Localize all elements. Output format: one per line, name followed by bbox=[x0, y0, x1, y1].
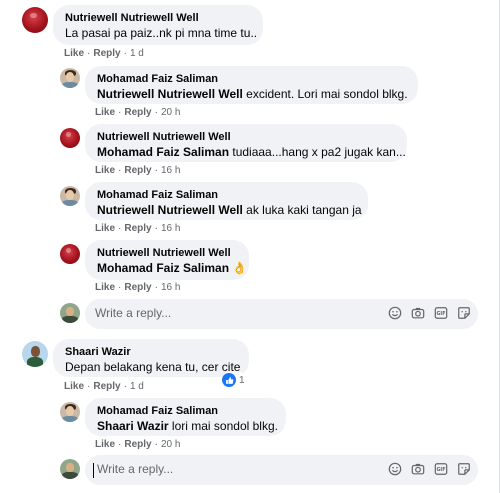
timestamp[interactable]: 1 d bbox=[130, 48, 144, 59]
ok-hand-emoji: 👌 bbox=[232, 261, 248, 275]
reply-link[interactable]: Reply bbox=[124, 165, 151, 176]
reply-link[interactable]: Reply bbox=[93, 381, 120, 392]
mention[interactable]: Shaari Wazir bbox=[97, 419, 169, 433]
camera-icon[interactable] bbox=[410, 305, 426, 321]
comment-text: Depan belakang kena tu, cer cite bbox=[65, 360, 241, 374]
timestamp[interactable]: 16 h bbox=[161, 223, 180, 234]
timestamp[interactable]: 1 d bbox=[130, 381, 144, 392]
like-link[interactable]: Like bbox=[64, 381, 84, 392]
timestamp[interactable]: 20 h bbox=[161, 107, 180, 118]
reply-link[interactable]: Reply bbox=[93, 48, 120, 59]
reply-link[interactable]: Reply bbox=[124, 107, 151, 118]
comment-actions: Like · Reply · 1 d bbox=[64, 381, 144, 392]
avatar[interactable] bbox=[22, 341, 48, 367]
reply-input[interactable]: Write a reply... GIF bbox=[85, 299, 478, 329]
sticker-icon[interactable] bbox=[456, 305, 472, 321]
avatar[interactable] bbox=[60, 128, 80, 148]
comment-bubble: Nutriewell Nutriewell Well Mohamad Faiz … bbox=[85, 240, 249, 280]
timestamp[interactable]: 20 h bbox=[161, 439, 180, 450]
comment-bubble: Mohamad Faiz Saliman Shaari Wazir lori m… bbox=[85, 398, 286, 436]
like-link[interactable]: Like bbox=[95, 282, 115, 293]
comment-actions: Like · Reply · 1 d bbox=[64, 48, 144, 59]
comment-bubble: Mohamad Faiz Saliman Nutriewell Nutriewe… bbox=[85, 66, 418, 104]
sticker-icon[interactable] bbox=[456, 461, 472, 477]
comment-actions: Like · Reply · 16 h bbox=[95, 223, 181, 234]
avatar[interactable] bbox=[22, 7, 48, 33]
comment-text: Nutriewell Nutriewell Well excident. Lor… bbox=[97, 87, 408, 101]
svg-text:GIF: GIF bbox=[437, 467, 446, 473]
comment-text: Mohamad Faiz Saliman 👌 bbox=[97, 260, 247, 276]
comment-text: La pasai pa paiz..nk pi mna time tu.. bbox=[65, 26, 258, 40]
comment-author[interactable]: Nutriewell Nutriewell Well bbox=[65, 11, 251, 25]
comment-actions: Like · Reply · 16 h bbox=[95, 282, 181, 293]
emoji-icon[interactable] bbox=[387, 461, 403, 477]
comment-author[interactable]: Mohamad Faiz Saliman bbox=[97, 188, 356, 202]
reply-input[interactable]: Write a reply... GIF bbox=[85, 455, 478, 485]
mention[interactable]: Nutriewell Nutriewell Well bbox=[97, 203, 243, 217]
emoji-icon[interactable] bbox=[387, 305, 403, 321]
comment-author[interactable]: Mohamad Faiz Saliman bbox=[97, 72, 406, 86]
reply-link[interactable]: Reply bbox=[124, 439, 151, 450]
like-link[interactable]: Like bbox=[95, 107, 115, 118]
comment-author[interactable]: Nutriewell Nutriewell Well bbox=[97, 130, 395, 144]
like-link[interactable]: Like bbox=[95, 439, 115, 450]
comment-bubble: Nutriewell Nutriewell Well La pasai pa p… bbox=[53, 5, 263, 45]
like-link[interactable]: Like bbox=[95, 223, 115, 234]
comment-actions: Like · Reply · 20 h bbox=[95, 439, 181, 450]
comments-panel: Nutriewell Nutriewell Well La pasai pa p… bbox=[0, 0, 500, 493]
text-caret bbox=[93, 463, 94, 478]
my-avatar bbox=[60, 303, 80, 323]
like-link[interactable]: Like bbox=[64, 48, 84, 59]
gif-icon[interactable]: GIF bbox=[433, 461, 449, 477]
reply-placeholder: Write a reply... bbox=[97, 462, 174, 476]
like-reaction-icon bbox=[222, 373, 236, 387]
my-avatar bbox=[60, 459, 80, 479]
comment-text: Nutriewell Nutriewell Well ak luka kaki … bbox=[97, 203, 362, 217]
comment-actions: Like · Reply · 16 h bbox=[95, 165, 181, 176]
avatar[interactable] bbox=[60, 68, 80, 88]
avatar[interactable] bbox=[60, 402, 80, 422]
comment-bubble: Mohamad Faiz Saliman Nutriewell Nutriewe… bbox=[85, 182, 368, 220]
reply-placeholder: Write a reply... bbox=[95, 306, 172, 320]
reply-link[interactable]: Reply bbox=[124, 282, 151, 293]
mention[interactable]: Nutriewell Nutriewell Well bbox=[97, 87, 243, 101]
comment-text: Mohamad Faiz Saliman tudiaaa...hang x pa… bbox=[97, 145, 406, 159]
gif-icon[interactable]: GIF bbox=[433, 305, 449, 321]
comment-author[interactable]: Nutriewell Nutriewell Well bbox=[97, 246, 237, 260]
like-link[interactable]: Like bbox=[95, 165, 115, 176]
reaction-count: 1 bbox=[239, 374, 245, 386]
comment-bubble: Nutriewell Nutriewell Well Mohamad Faiz … bbox=[85, 124, 407, 162]
camera-icon[interactable] bbox=[410, 461, 426, 477]
comment-text: Shaari Wazir lori mai sondol blkg. bbox=[97, 419, 278, 433]
mention[interactable]: Mohamad Faiz Saliman bbox=[97, 261, 229, 275]
avatar[interactable] bbox=[60, 186, 80, 206]
reply-link[interactable]: Reply bbox=[124, 223, 151, 234]
comment-author[interactable]: Mohamad Faiz Saliman bbox=[97, 404, 274, 418]
avatar[interactable] bbox=[60, 244, 80, 264]
comment-actions: Like · Reply · 20 h bbox=[95, 107, 181, 118]
timestamp[interactable]: 16 h bbox=[161, 282, 180, 293]
mention[interactable]: Mohamad Faiz Saliman bbox=[97, 145, 229, 159]
comment-author[interactable]: Shaari Wazir bbox=[65, 345, 237, 359]
reaction-summary[interactable]: 1 bbox=[222, 372, 247, 388]
comment-bubble: Shaari Wazir Depan belakang kena tu, cer… bbox=[53, 339, 249, 377]
svg-text:GIF: GIF bbox=[437, 311, 446, 317]
timestamp[interactable]: 16 h bbox=[161, 165, 180, 176]
